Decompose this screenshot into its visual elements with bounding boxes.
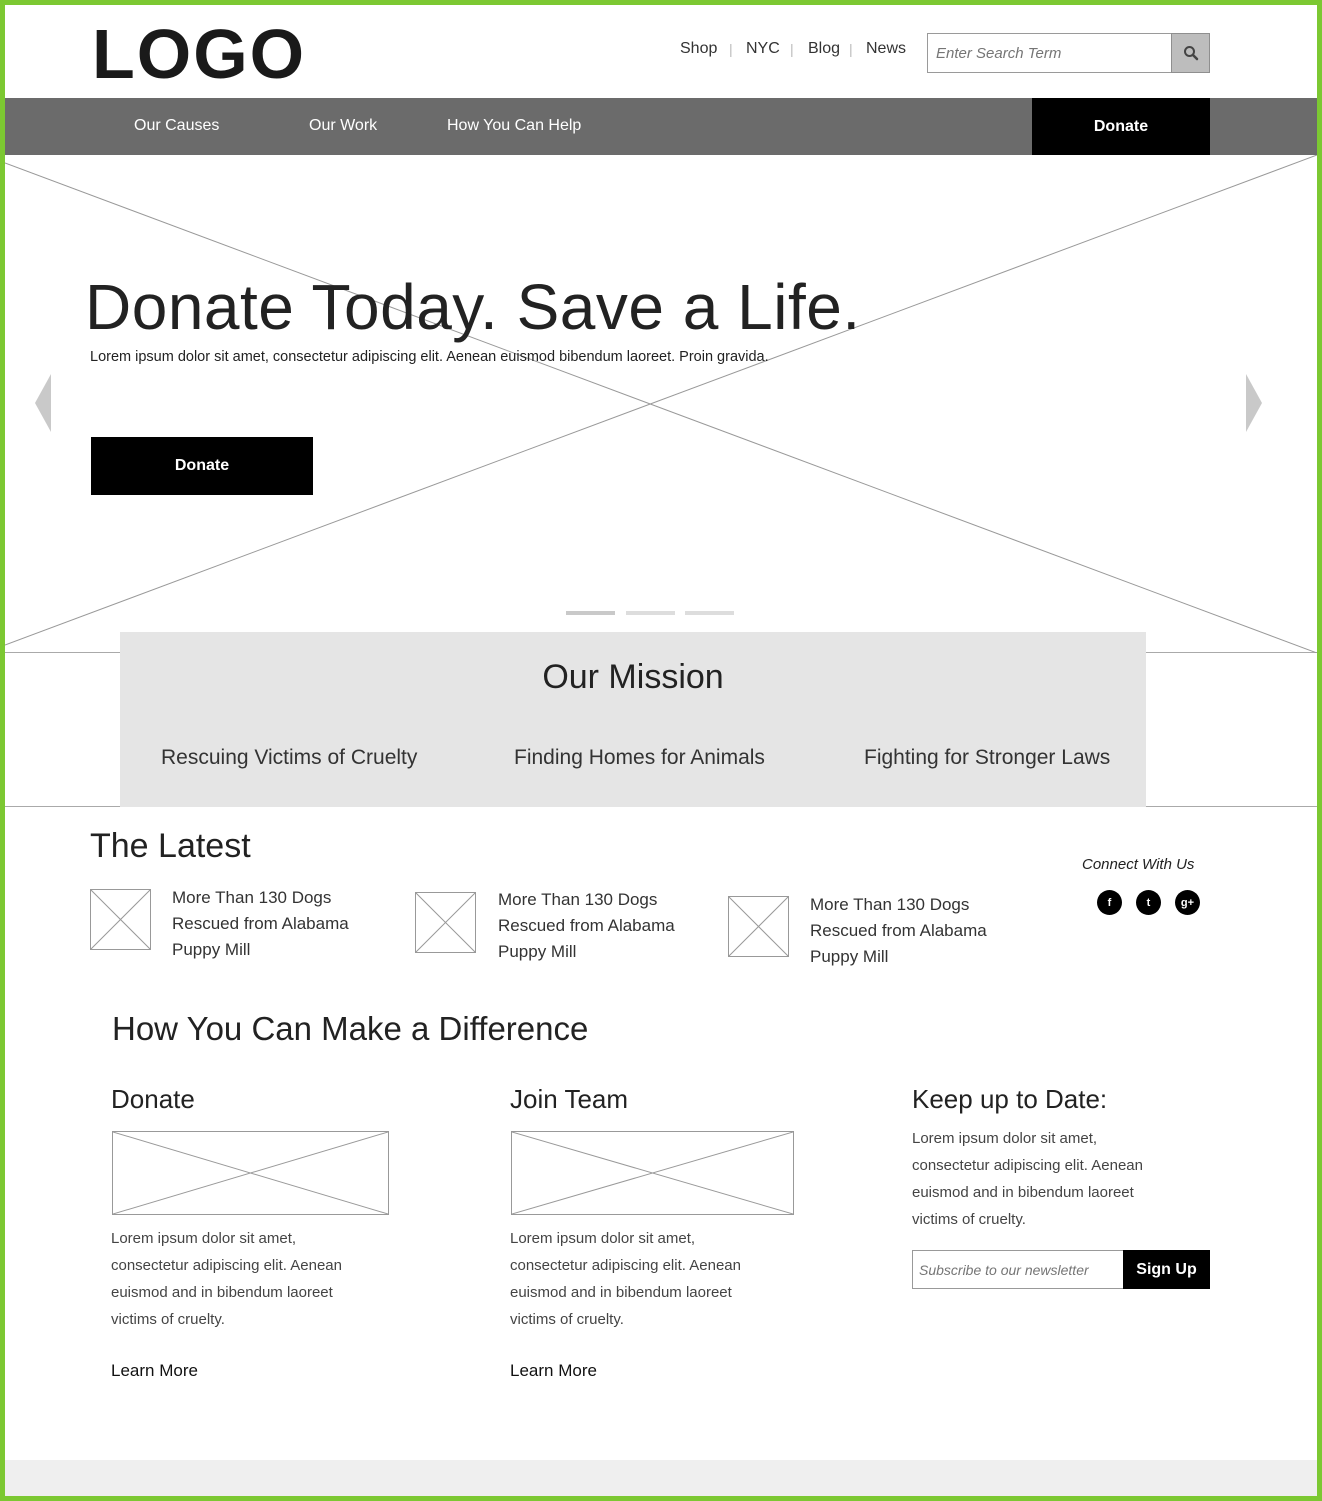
nav-item-our-causes[interactable]: Our Causes bbox=[134, 117, 219, 135]
text-line: euismod and in bibendum laoreet bbox=[912, 1184, 1134, 1201]
text-line: victims of cruelty. bbox=[111, 1311, 225, 1328]
text-line: euismod and in bibendum laoreet bbox=[510, 1284, 732, 1301]
google-plus-icon[interactable]: g+ bbox=[1175, 890, 1200, 915]
search-icon bbox=[1183, 46, 1198, 61]
hero-subtitle: Lorem ipsum dolor sit amet, consectetur … bbox=[90, 349, 769, 365]
hero-title: Donate Today. Save a Life. bbox=[85, 271, 861, 343]
difference-title: How You Can Make a Difference bbox=[112, 1010, 589, 1047]
text-line: victims of cruelty. bbox=[510, 1311, 624, 1328]
latest-title: The Latest bbox=[90, 827, 251, 865]
newsletter-text: Lorem ipsum dolor sit amet, consectetur … bbox=[912, 1125, 1202, 1233]
article-headline-line: Rescued from Alabama bbox=[810, 921, 987, 940]
search-input[interactable] bbox=[928, 34, 1171, 72]
nav-donate-button[interactable]: Donate bbox=[1032, 98, 1210, 155]
donate-column-title: Donate bbox=[111, 1084, 195, 1114]
article-thumbnail-placeholder[interactable] bbox=[415, 892, 476, 953]
join-team-image-placeholder bbox=[511, 1131, 794, 1215]
article-headline-line: Puppy Mill bbox=[498, 942, 577, 961]
article-headline[interactable]: More Than 130 Dogs Rescued from Alabama … bbox=[810, 892, 1040, 970]
utility-link-shop[interactable]: Shop bbox=[680, 40, 717, 58]
text-line: Lorem ipsum dolor sit amet, bbox=[510, 1230, 696, 1247]
newsletter-title: Keep up to Date: bbox=[912, 1084, 1108, 1114]
join-team-learn-more-link[interactable]: Learn More bbox=[510, 1361, 597, 1381]
mission-item-rescuing[interactable]: Rescuing Victims of Cruelty bbox=[161, 746, 417, 770]
text-line: Lorem ipsum dolor sit amet, bbox=[111, 1230, 297, 1247]
text-line: consectetur adipiscing elit. Aenean bbox=[510, 1257, 741, 1274]
utility-separator: | bbox=[729, 41, 733, 57]
utility-link-news[interactable]: News bbox=[866, 40, 906, 58]
facebook-icon[interactable]: f bbox=[1097, 890, 1122, 915]
article-headline[interactable]: More Than 130 Dogs Rescued from Alabama … bbox=[498, 887, 728, 965]
text-line: Lorem ipsum dolor sit amet, bbox=[912, 1130, 1098, 1147]
join-team-column-text: Lorem ipsum dolor sit amet, consectetur … bbox=[510, 1225, 800, 1333]
text-line: consectetur adipiscing elit. Aenean bbox=[912, 1157, 1143, 1174]
site-logo[interactable]: LOGO bbox=[92, 18, 306, 90]
donate-column-text: Lorem ipsum dolor sit amet, consectetur … bbox=[111, 1225, 401, 1333]
nav-item-our-work[interactable]: Our Work bbox=[309, 117, 377, 135]
sign-up-button[interactable]: Sign Up bbox=[1123, 1250, 1210, 1289]
article-thumbnail-placeholder[interactable] bbox=[90, 889, 151, 950]
search-button[interactable] bbox=[1171, 33, 1210, 73]
newsletter-email-input[interactable] bbox=[913, 1251, 1123, 1288]
donate-learn-more-link[interactable]: Learn More bbox=[111, 1361, 198, 1381]
carousel-dot-1[interactable] bbox=[566, 611, 615, 615]
twitter-icon[interactable]: t bbox=[1136, 890, 1161, 915]
carousel-dot-3[interactable] bbox=[685, 611, 734, 615]
utility-separator: | bbox=[790, 41, 794, 57]
article-headline-line: Puppy Mill bbox=[172, 940, 251, 959]
connect-label: Connect With Us bbox=[1082, 856, 1195, 873]
article-headline-line: Rescued from Alabama bbox=[498, 916, 675, 935]
mission-item-homes[interactable]: Finding Homes for Animals bbox=[514, 746, 765, 770]
footer-bar bbox=[5, 1460, 1317, 1496]
join-team-column-title: Join Team bbox=[510, 1084, 629, 1114]
utility-link-nyc[interactable]: NYC bbox=[746, 40, 780, 58]
utility-link-blog[interactable]: Blog bbox=[808, 40, 840, 58]
article-headline-line: Rescued from Alabama bbox=[172, 914, 349, 933]
utility-separator: | bbox=[849, 41, 853, 57]
carousel-next-icon[interactable] bbox=[1246, 374, 1262, 432]
text-line: euismod and in bibendum laoreet bbox=[111, 1284, 333, 1301]
search-field[interactable] bbox=[927, 33, 1172, 73]
article-headline[interactable]: More Than 130 Dogs Rescued from Alabama … bbox=[172, 885, 402, 963]
carousel-dot-2[interactable] bbox=[626, 611, 675, 615]
article-headline-line: Puppy Mill bbox=[810, 947, 889, 966]
article-headline-line: More Than 130 Dogs bbox=[172, 888, 332, 907]
mission-item-laws[interactable]: Fighting for Stronger Laws bbox=[864, 746, 1110, 770]
hero-image-placeholder bbox=[5, 155, 1317, 653]
carousel-prev-icon[interactable] bbox=[35, 374, 51, 432]
newsletter-field[interactable] bbox=[912, 1250, 1124, 1289]
nav-item-how-you-can-help[interactable]: How You Can Help bbox=[447, 117, 581, 135]
text-line: victims of cruelty. bbox=[912, 1211, 1026, 1228]
article-headline-line: More Than 130 Dogs bbox=[810, 895, 970, 914]
article-headline-line: More Than 130 Dogs bbox=[498, 890, 658, 909]
mission-title: Our Mission bbox=[542, 658, 724, 696]
article-thumbnail-placeholder[interactable] bbox=[728, 896, 789, 957]
text-line: consectetur adipiscing elit. Aenean bbox=[111, 1257, 342, 1274]
donate-image-placeholder bbox=[112, 1131, 389, 1215]
hero-donate-button[interactable]: Donate bbox=[91, 437, 313, 495]
